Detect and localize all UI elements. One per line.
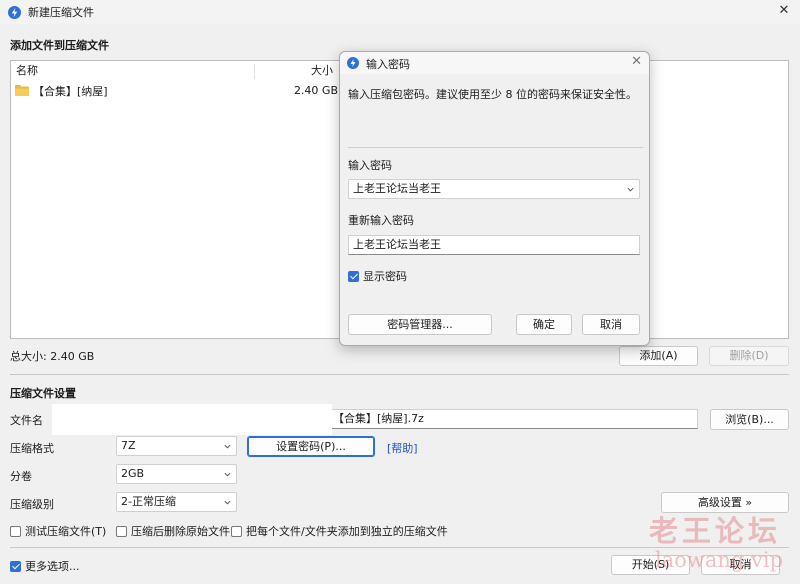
more-options-checkbox[interactable]: 更多选项... [10, 558, 80, 574]
level-value: 2-正常压缩 [121, 495, 176, 508]
chevron-down-icon [224, 444, 231, 449]
checkbox-box[interactable] [10, 525, 21, 537]
checkbox-box-checked[interactable] [10, 560, 21, 572]
dialog-message: 输入压缩包密码。建议使用至少 8 位的密码来保证安全性。 [348, 88, 637, 101]
app-logo-icon [8, 5, 21, 19]
add-section-title: 添加文件到压缩文件 [10, 39, 109, 52]
watermark-text-en: laowang.vip [655, 548, 784, 572]
password-value: 上老王论坛当老王 [353, 182, 441, 195]
volume-select[interactable]: 2GB [116, 464, 237, 484]
chevron-down-icon [224, 472, 231, 477]
reenter-password-label: 重新输入密码 [348, 214, 414, 227]
dialog-divider [348, 147, 643, 148]
column-separator[interactable] [254, 64, 255, 79]
close-icon[interactable]: ✕ [631, 54, 642, 69]
folder-icon [15, 85, 29, 96]
separate-archives-label: 把每个文件/文件夹添加到独立的压缩文件 [246, 525, 448, 538]
dialog-title: 输入密码 [366, 58, 410, 71]
volume-value: 2GB [121, 467, 145, 480]
set-password-button[interactable]: 设置密码(P)... [247, 436, 375, 457]
window-title: 新建压缩文件 [28, 6, 94, 19]
show-password-checkbox[interactable]: 显示密码 [348, 268, 407, 284]
add-button[interactable]: 添加(A) [619, 346, 698, 366]
column-header-name[interactable]: 名称 [16, 61, 38, 81]
level-select[interactable]: 2-正常压缩 [116, 492, 237, 512]
watermark: 老王论坛 laowang.vip [645, 508, 790, 584]
separate-archives-checkbox[interactable]: 把每个文件/文件夹添加到独立的压缩文件 [231, 523, 448, 539]
test-archive-checkbox[interactable]: 测试压缩文件(T) [10, 523, 106, 539]
remove-button[interactable]: 删除(D) [709, 346, 789, 366]
filename-label: 文件名 [10, 414, 43, 427]
test-archive-label: 测试压缩文件(T) [25, 525, 107, 538]
format-label: 压缩格式 [10, 442, 54, 455]
password-manager-button[interactable]: 密码管理器... [348, 314, 492, 335]
dialog-titlebar: 输入密码 ✕ [340, 52, 649, 74]
close-icon[interactable]: ✕ [776, 3, 792, 19]
help-link[interactable]: [帮助] [387, 440, 418, 456]
checkbox-box[interactable] [231, 525, 242, 537]
format-select[interactable]: 7Z [116, 436, 237, 456]
delete-after-checkbox[interactable]: 压缩后删除原始文件 [116, 523, 230, 539]
ok-button[interactable]: 确定 [516, 314, 572, 335]
show-password-label: 显示密码 [363, 270, 407, 283]
window-titlebar: 新建压缩文件 ✕ [0, 0, 800, 24]
watermark-text-cn: 老王论坛 [649, 514, 782, 548]
checkbox-box-checked[interactable] [348, 270, 359, 282]
volume-label: 分卷 [10, 470, 32, 483]
password-dialog: 输入密码 ✕ 输入压缩包密码。建议使用至少 8 位的密码来保证安全性。 输入密码… [339, 51, 650, 346]
checkbox-box[interactable] [116, 525, 127, 537]
app-logo-icon [347, 57, 359, 69]
file-size: 2.40 GB [293, 84, 338, 97]
reenter-password-input[interactable]: 上老王论坛当老王 [348, 235, 640, 255]
more-options-label: 更多选项... [25, 560, 80, 573]
format-value: 7Z [121, 439, 136, 452]
file-name: 【合集】[纳屋] [33, 84, 108, 98]
chevron-down-icon [627, 187, 634, 192]
column-header-size[interactable]: 大小 [311, 61, 333, 81]
dialog-cancel-button[interactable]: 取消 [582, 314, 640, 335]
compress-settings-title: 压缩文件设置 [10, 387, 76, 400]
level-label: 压缩级别 [10, 498, 54, 511]
section-divider [10, 374, 789, 375]
password-combobox[interactable]: 上老王论坛当老王 [348, 179, 640, 199]
enter-password-label: 输入密码 [348, 159, 392, 172]
delete-after-label: 压缩后删除原始文件 [131, 525, 230, 538]
chevron-down-icon [224, 500, 231, 505]
redaction-box [52, 404, 332, 435]
table-row[interactable]: 【合集】[纳屋] 2.40 GB [12, 81, 342, 100]
browse-button[interactable]: 浏览(B)... [710, 409, 789, 430]
total-size: 总大小: 2.40 GB [10, 350, 95, 363]
